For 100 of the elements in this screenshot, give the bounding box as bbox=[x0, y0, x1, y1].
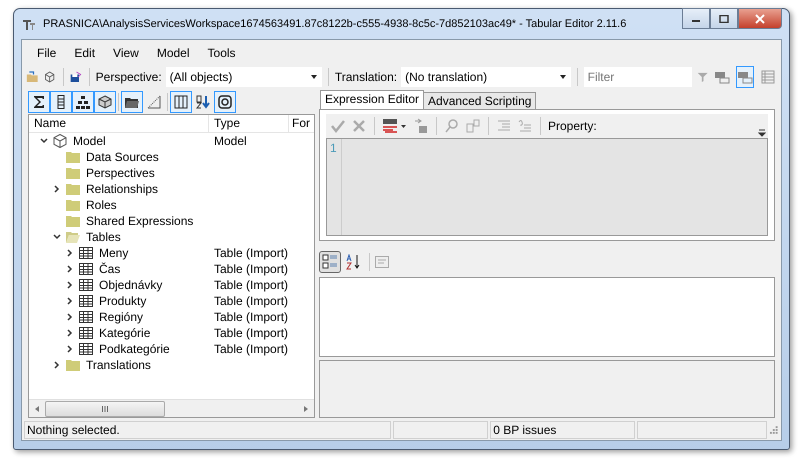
menu-item[interactable]: File bbox=[28, 46, 66, 60]
sigma-toggle[interactable] bbox=[28, 91, 50, 113]
grip-icon bbox=[101, 406, 109, 412]
maximize-button[interactable] bbox=[710, 8, 738, 29]
perspective-toggle[interactable] bbox=[214, 91, 236, 113]
hierarchy-toggle[interactable] bbox=[72, 91, 94, 113]
folder-icon bbox=[65, 213, 81, 229]
tree-item[interactable]: Model bbox=[73, 134, 106, 148]
expand-chevron-icon[interactable] bbox=[65, 280, 75, 290]
tree-item[interactable]: Meny bbox=[99, 246, 128, 260]
window-title: PRASNICA\AnalysisServicesWorkspace1674563491.87c8122b-c555-4938-8c5c-7d852103ac49* - Tabular Editor 2.11.6 bbox=[43, 18, 628, 30]
hierarchy-icon bbox=[75, 94, 91, 110]
resize-grip-icon[interactable] bbox=[769, 425, 779, 435]
folder-icon bbox=[65, 229, 81, 245]
tree-item[interactable]: Shared Expressions bbox=[86, 214, 194, 228]
table-icon bbox=[78, 309, 94, 325]
check-icon[interactable] bbox=[330, 118, 346, 134]
tree-row[interactable]: Tables bbox=[29, 229, 314, 245]
table-icon bbox=[78, 245, 94, 261]
tree-item[interactable]: Data Sources bbox=[86, 150, 159, 164]
expand-chevron-icon[interactable] bbox=[65, 344, 75, 354]
tree-row[interactable]: Objednávky Table (Import) bbox=[29, 277, 314, 293]
expand-chevron-icon[interactable] bbox=[65, 312, 75, 322]
cube-toggle[interactable] bbox=[94, 91, 116, 113]
expand-chevron-icon[interactable] bbox=[65, 328, 75, 338]
folder-icon bbox=[65, 197, 81, 213]
tree-item[interactable]: Objednávky bbox=[99, 278, 162, 292]
table-icon bbox=[78, 277, 94, 293]
folder-icon bbox=[65, 165, 81, 181]
column-header[interactable]: For bbox=[289, 115, 314, 132]
menu-item[interactable]: Edit bbox=[65, 46, 104, 60]
tree-item[interactable]: Čas bbox=[99, 262, 120, 276]
tree-row[interactable]: Shared Expressions bbox=[29, 213, 314, 229]
menu-item[interactable]: Tools bbox=[198, 46, 245, 60]
expand-chevron-icon[interactable] bbox=[65, 296, 75, 306]
column-header[interactable]: Name bbox=[29, 115, 209, 132]
tree-item[interactable]: Translations bbox=[86, 358, 151, 372]
close-button[interactable] bbox=[738, 8, 782, 29]
type-cell-text: Table (Import) bbox=[213, 294, 289, 308]
tree-item[interactable]: Roles bbox=[86, 198, 117, 212]
tree-row[interactable]: Data Sources bbox=[29, 149, 314, 165]
tree-item[interactable]: Kategórie bbox=[99, 326, 150, 340]
expand-chevron-icon[interactable] bbox=[52, 360, 62, 370]
tree-row[interactable]: Kategórie Table (Import) bbox=[29, 325, 314, 341]
scroll-left-icon bbox=[35, 406, 39, 412]
perspective-dropdown[interactable]: (All objects) bbox=[166, 67, 322, 87]
editor-tab[interactable]: Expression Editor bbox=[320, 90, 424, 109]
expand-chevron-icon[interactable] bbox=[52, 184, 62, 194]
categorized-sort-button[interactable] bbox=[319, 251, 341, 273]
windows-icon bbox=[714, 69, 730, 85]
format-icon[interactable] bbox=[382, 118, 408, 134]
tree-item[interactable]: Regióny bbox=[99, 310, 144, 324]
folder-toggle[interactable] bbox=[121, 91, 143, 113]
tree-item[interactable]: Produkty bbox=[99, 294, 146, 308]
save-icon[interactable] bbox=[69, 69, 83, 85]
type-cell-text: Table (Import) bbox=[213, 278, 289, 292]
horizontal-scrollbar[interactable] bbox=[29, 399, 314, 417]
tree-row[interactable]: Meny Table (Import) bbox=[29, 245, 314, 261]
tree-row[interactable]: Model Model bbox=[29, 133, 314, 149]
editor-tab[interactable]: Advanced Scripting bbox=[423, 92, 536, 109]
nested-view-button[interactable] bbox=[736, 66, 754, 88]
cube-icon[interactable] bbox=[43, 69, 57, 85]
columns-toggle[interactable] bbox=[170, 91, 192, 113]
tree-row[interactable]: Perspectives bbox=[29, 165, 314, 181]
minimize-button[interactable] bbox=[682, 8, 710, 29]
categorized-icon bbox=[322, 254, 338, 270]
tree-row[interactable]: Relationships bbox=[29, 181, 314, 197]
dropdown-arrow-icon bbox=[558, 73, 567, 81]
column-toggle[interactable] bbox=[50, 91, 72, 113]
table-icon bbox=[78, 325, 94, 341]
type-cell-text: Table (Import) bbox=[213, 326, 289, 340]
table-icon bbox=[78, 261, 94, 277]
tree-row[interactable]: Regióny Table (Import) bbox=[29, 309, 314, 325]
close-icon bbox=[755, 14, 765, 24]
columns-icon bbox=[173, 94, 189, 110]
tree-item[interactable]: Podkategórie bbox=[99, 342, 170, 356]
translation-dropdown[interactable]: (No translation) bbox=[401, 67, 571, 87]
filter-field[interactable]: Filter bbox=[584, 67, 692, 87]
open-folder-icon[interactable] bbox=[26, 69, 40, 85]
dropdown-arrow-icon bbox=[310, 73, 318, 81]
expand-chevron-icon[interactable] bbox=[65, 264, 75, 274]
line-number: 1 bbox=[329, 141, 338, 155]
tree-item[interactable]: Relationships bbox=[86, 182, 158, 196]
tree-row[interactable]: Podkategórie Table (Import) bbox=[29, 341, 314, 357]
menu-item[interactable]: View bbox=[104, 46, 148, 60]
sort-icon bbox=[195, 94, 211, 110]
tree-row[interactable]: Translations bbox=[29, 357, 314, 373]
tree-row[interactable]: Roles bbox=[29, 197, 314, 213]
tree-row[interactable]: Produkty Table (Import) bbox=[29, 293, 314, 309]
expand-chevron-icon[interactable] bbox=[65, 248, 75, 258]
folder-icon bbox=[65, 181, 81, 197]
menu-item[interactable]: Model bbox=[148, 46, 199, 60]
column-header[interactable]: Type bbox=[209, 115, 289, 132]
tree-row[interactable]: Čas Table (Import) bbox=[29, 261, 314, 277]
tree-item[interactable]: Tables bbox=[86, 230, 121, 244]
collapse-chevron-icon[interactable] bbox=[52, 232, 62, 242]
overflow-icon[interactable] bbox=[758, 129, 766, 137]
collapse-chevron-icon[interactable] bbox=[39, 136, 49, 146]
property-label: Property: bbox=[548, 119, 597, 133]
tree-item[interactable]: Perspectives bbox=[86, 166, 155, 180]
